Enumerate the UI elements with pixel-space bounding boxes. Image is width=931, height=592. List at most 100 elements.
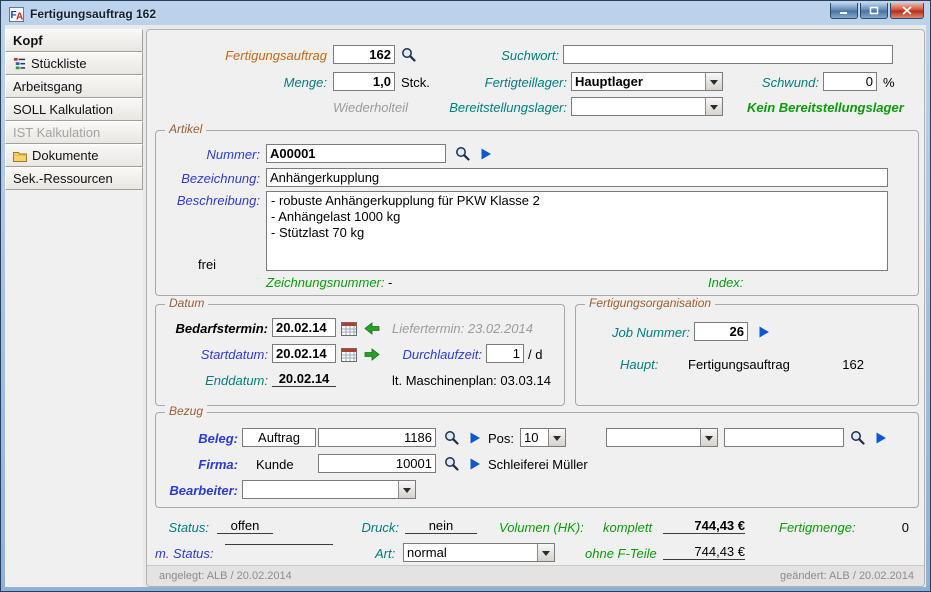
firma-open-button[interactable] — [465, 454, 485, 474]
bedarfstermin-shift-button[interactable] — [362, 318, 382, 338]
dropdown-icon[interactable] — [705, 98, 722, 115]
bedarfstermin-calendar-button[interactable] — [339, 318, 359, 338]
reference-open-button[interactable] — [871, 428, 891, 448]
app-icon: FA — [9, 7, 24, 22]
maximize-icon — [869, 6, 879, 15]
druck-value: nein — [405, 518, 477, 534]
artikel-search-button[interactable] — [452, 143, 472, 163]
beleg-type-field[interactable] — [242, 428, 316, 447]
sidebar-item-dokumente[interactable]: Dokumente — [5, 144, 143, 167]
haupt-text: Fertigungsauftrag — [688, 357, 790, 372]
reference-select[interactable] — [606, 428, 718, 447]
sidebar-item-stueckliste[interactable]: Stückliste — [5, 52, 143, 75]
sidebar-item-kopf[interactable]: Kopf — [5, 29, 143, 52]
job-nummer-input[interactable] — [694, 322, 748, 341]
schwund-input[interactable] — [823, 72, 877, 91]
open-arrow-icon — [469, 432, 481, 444]
minimize-icon — [839, 6, 849, 15]
folder-icon — [13, 150, 27, 162]
bereitstellungslager-select[interactable] — [571, 97, 723, 116]
ohne-fteile-label: ohne F-Teile — [585, 546, 657, 561]
dropdown-icon[interactable] — [548, 429, 565, 446]
maximize-button[interactable] — [860, 3, 888, 19]
menge-input[interactable] — [333, 72, 395, 91]
firma-number-input[interactable] — [318, 454, 436, 473]
durchlaufzeit-input[interactable] — [486, 344, 524, 363]
fa-search-button[interactable] — [398, 44, 418, 64]
bezeichnung-label: Bezeichnung: — [160, 171, 260, 186]
ohne-fteile-value: 744,43 € — [663, 544, 745, 560]
job-open-button[interactable] — [754, 322, 774, 342]
suchwort-input[interactable] — [563, 45, 893, 64]
title-bar: FA Fertigungsauftrag 162 — [5, 1, 926, 25]
search-icon — [455, 146, 470, 161]
beleg-search-button[interactable] — [441, 427, 461, 447]
sidebar-item-label: Dokumente — [32, 148, 98, 163]
dropdown-icon[interactable] — [705, 73, 722, 90]
bedarfstermin-label: Bedarfstermin: — [156, 321, 268, 336]
druck-label: Druck: — [347, 520, 399, 535]
bezeichnung-input[interactable] — [266, 168, 888, 187]
sidebar-item-arbeitsgang[interactable]: Arbeitsgang — [5, 75, 143, 98]
calendar-icon — [341, 321, 357, 336]
fa-number-input[interactable] — [333, 45, 395, 64]
bearbeiter-label: Bearbeiter: — [156, 483, 238, 498]
search-icon — [444, 456, 459, 471]
firma-search-button[interactable] — [441, 453, 461, 473]
close-icon — [902, 6, 912, 15]
artikel-open-button[interactable] — [476, 144, 496, 164]
bearbeiter-select[interactable] — [242, 480, 416, 499]
window-controls — [830, 3, 924, 19]
pos-select[interactable]: 10 — [520, 428, 566, 447]
maschinenplan-text: lt. Maschinenplan: 03.03.14 — [392, 373, 551, 388]
fertigmenge-label: Fertigmenge: — [779, 520, 856, 535]
modified-info: geändert: ALB / 20.02.2014 — [780, 570, 914, 582]
haupt-label: Haupt: — [620, 357, 658, 372]
dropdown-icon[interactable] — [700, 429, 717, 446]
dropdown-icon[interactable] — [398, 481, 415, 498]
sidebar-item-soll-kalkulation[interactable]: SOLL Kalkulation — [5, 98, 143, 121]
artikel-group-title: Artikel — [165, 122, 206, 136]
open-arrow-icon — [480, 148, 492, 160]
zeichnungsnummer-value: - — [388, 275, 392, 290]
startdatum-shift-button[interactable] — [362, 344, 382, 364]
minimize-button[interactable] — [830, 3, 858, 19]
dropdown-icon[interactable] — [537, 544, 554, 561]
sidebar-item-label: Stückliste — [31, 56, 87, 71]
fertigteillager-select[interactable]: Hauptlager — [571, 72, 723, 91]
beleg-number-input[interactable] — [318, 428, 436, 447]
komplett-label: komplett — [603, 520, 652, 535]
frei-label: frei — [198, 257, 216, 272]
fertigungsorganisation-groupbox: Fertigungsorganisation Job Nummer: Haupt… — [575, 304, 919, 406]
sidebar-item-sek-ressourcen[interactable]: Sek.-Ressourcen — [5, 167, 143, 190]
fertigteillager-value: Hauptlager — [572, 73, 705, 90]
sidebar-item-label: Arbeitsgang — [13, 79, 82, 94]
fa-label: Fertigungsauftrag — [177, 48, 327, 63]
m-status-value — [225, 544, 333, 545]
bom-icon — [13, 57, 26, 70]
menge-label: Menge: — [177, 75, 327, 90]
svg-text:A: A — [16, 11, 23, 22]
job-nummer-label: Job Nummer: — [576, 325, 690, 340]
suchwort-label: Suchwort: — [447, 48, 559, 63]
status-value: offen — [217, 518, 273, 534]
startdatum-label: Startdatum: — [156, 347, 268, 362]
beleg-open-button[interactable] — [465, 428, 485, 448]
startdatum-input[interactable] — [272, 344, 336, 363]
client-area: Kopf Stückliste Arbeitsgang SOLL Kalkula… — [5, 25, 926, 587]
reference-input[interactable] — [724, 428, 844, 447]
menge-unit: Stck. — [401, 75, 430, 90]
nummer-label: Nummer: — [160, 147, 260, 162]
status-label: Status: — [161, 520, 209, 535]
close-button[interactable] — [890, 3, 924, 19]
art-select[interactable]: normal — [403, 543, 555, 562]
kein-bereitstellungslager-note: Kein Bereitstellungslager — [747, 100, 904, 115]
artikel-nummer-input[interactable] — [266, 144, 446, 163]
app-window: FA Fertigungsauftrag 162 Kopf Stückliste… — [0, 0, 931, 592]
reference-search-button[interactable] — [847, 427, 867, 447]
pos-value: 10 — [521, 429, 548, 446]
beschreibung-textarea[interactable]: - robuste Anhängerkupplung für PKW Klass… — [266, 191, 888, 271]
startdatum-calendar-button[interactable] — [339, 344, 359, 364]
bedarfstermin-input[interactable] — [272, 318, 336, 337]
bezug-group-title: Bezug — [165, 404, 207, 418]
